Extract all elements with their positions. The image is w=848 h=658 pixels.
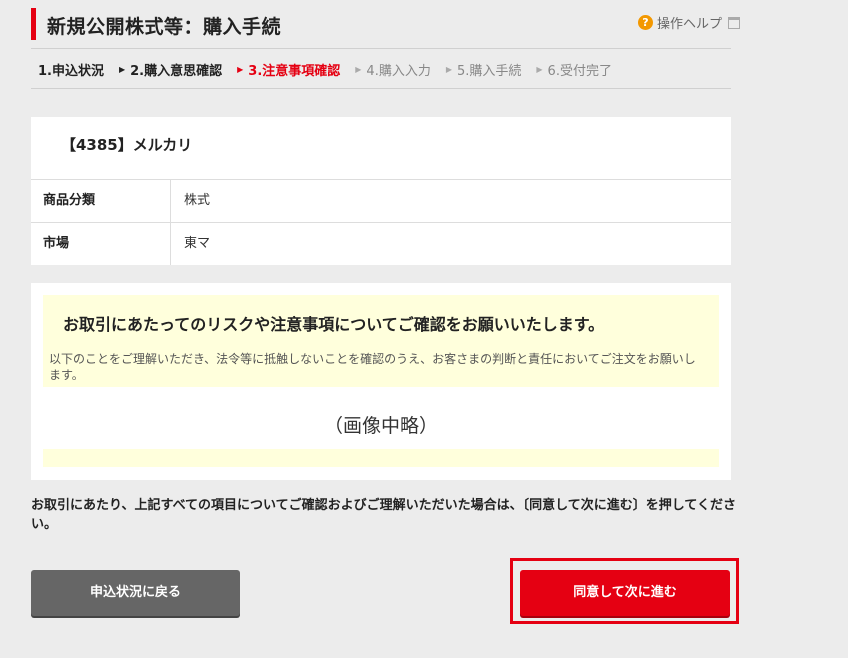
step-label: 5.購入手続 <box>456 63 522 79</box>
confirm-instructions: お取引にあたり、上記すべての項目についてご確認およびご理解いただいた場合は、〔同… <box>31 498 736 532</box>
info-key: 市場 <box>31 223 171 265</box>
back-to-status-button[interactable]: 申込状況に戻る <box>31 570 240 616</box>
triangle-right-icon: ▶ <box>445 64 452 74</box>
notice-heading: お取引にあたってのリスクや注意事項についてご確認をお願いいたします。 <box>63 315 605 334</box>
page-header: 新規公開株式等：購入手続 ? 操作ヘルプ <box>31 8 740 40</box>
info-value: 東マ <box>184 236 211 251</box>
question-icon: ? <box>637 15 653 30</box>
step-1: 1.申込状況 <box>38 60 104 79</box>
info-row-market: 市場 東マ <box>31 222 731 265</box>
triangle-right-icon: ▶ <box>355 64 362 74</box>
step-label: 4.購入入力 <box>366 63 431 79</box>
notice-body: 以下のことをご理解いただき、法令等に抵触しないことを確認のうえ、お客さまの判断と… <box>49 352 696 382</box>
agree-next-button[interactable]: 同意して次に進む <box>520 570 730 616</box>
help-label: 操作ヘルプ <box>656 17 722 32</box>
step-6: ▶ 6.受付完了 <box>536 60 612 79</box>
risk-notice-card: お取引にあたってのリスクや注意事項についてご確認をお願いいたします。 以下のこと… <box>31 283 731 480</box>
page-title: 新規公開株式等：購入手続 <box>47 16 282 38</box>
notice-strip <box>43 449 719 467</box>
triangle-right-icon: ▶ <box>118 64 126 74</box>
step-label: 3.注意事項確認 <box>248 63 341 79</box>
step-label: 1.申込状況 <box>38 63 104 79</box>
window-icon <box>728 16 740 29</box>
omitted-note: （画像中略） <box>323 415 438 437</box>
info-row-category: 商品分類 株式 <box>31 179 731 222</box>
step-3-current: ▶ 3.注意事項確認 <box>237 60 340 79</box>
triangle-right-icon: ▶ <box>536 64 543 74</box>
stock-name: 【4385】メルカリ <box>61 136 193 154</box>
step-4: ▶ 4.購入入力 <box>355 60 431 79</box>
step-5: ▶ 5.購入手続 <box>446 60 522 79</box>
help-link[interactable]: ? 操作ヘルプ <box>637 13 740 32</box>
step-label: 6.受付完了 <box>547 63 612 79</box>
step-label: 2.購入意思確認 <box>130 63 223 79</box>
divider <box>31 88 731 89</box>
triangle-right-icon: ▶ <box>237 64 244 74</box>
info-key: 商品分類 <box>31 180 171 222</box>
stock-info-card: 【4385】メルカリ 商品分類 株式 市場 東マ <box>31 117 731 265</box>
divider <box>31 48 731 49</box>
info-value: 株式 <box>184 193 211 208</box>
step-indicator: 1.申込状況 ▶ 2.購入意思確認 ▶ 3.注意事項確認 ▶ 4.購入入力 ▶ … <box>38 59 627 79</box>
step-2: ▶ 2.購入意思確認 <box>119 60 222 79</box>
